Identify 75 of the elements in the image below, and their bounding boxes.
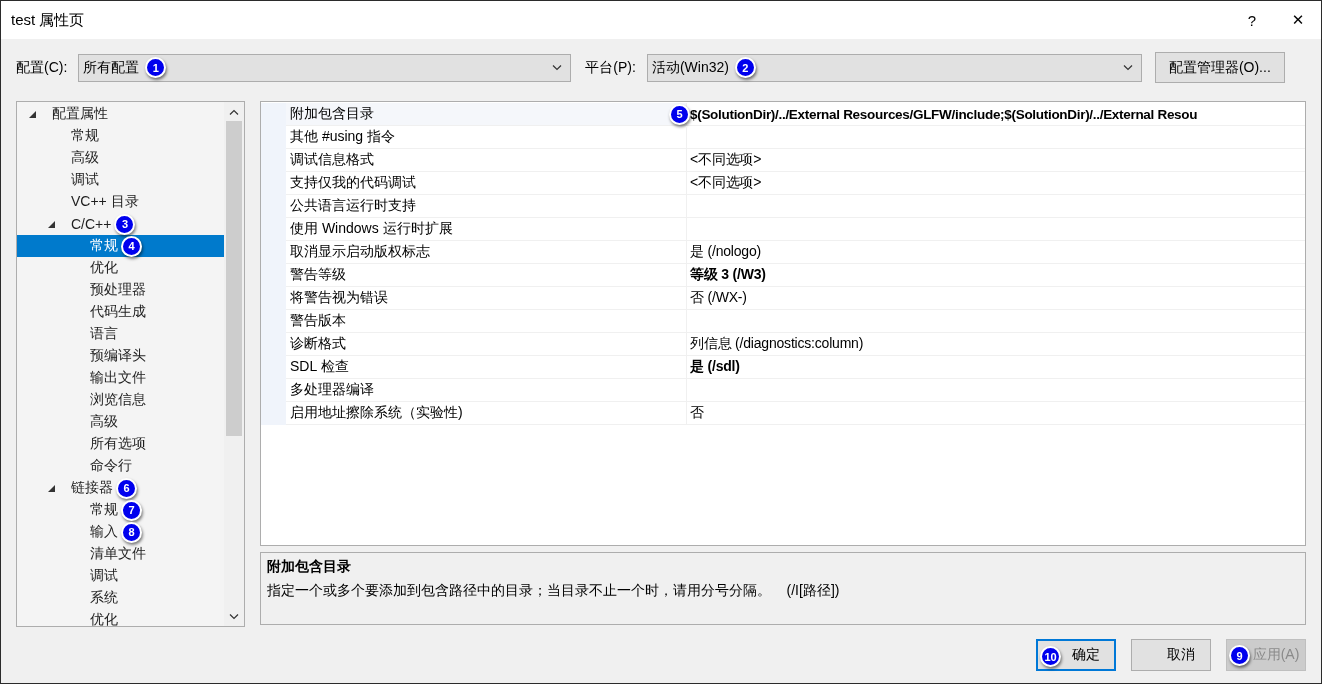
property-value: <不同选项> bbox=[690, 151, 762, 169]
tree-item[interactable]: 优化 bbox=[17, 609, 224, 626]
description-text: 指定一个或多个要添加到包含路径中的目录；当目录不止一个时，请用分号分隔。 (/I[路径]) bbox=[267, 582, 841, 600]
property-name[interactable]: 启用地址擦除系统（实验性) bbox=[286, 402, 687, 424]
property-name[interactable]: 使用 Windows 运行时扩展 bbox=[286, 218, 687, 240]
tree-item[interactable]: 常规 4 bbox=[17, 235, 224, 257]
callout-badge: 9 bbox=[1229, 645, 1250, 666]
expand-icon[interactable] bbox=[48, 220, 55, 228]
tree-item[interactable]: 清单文件 bbox=[17, 543, 224, 565]
tree-item[interactable]: 语言 bbox=[17, 323, 224, 345]
property-name[interactable]: SDL 检查 bbox=[286, 356, 687, 378]
scrollbar-thumb[interactable] bbox=[226, 121, 242, 436]
tree-item[interactable]: VC++ 目录 bbox=[17, 191, 224, 213]
property-name[interactable]: 警告版本 bbox=[286, 310, 687, 332]
tree-item[interactable]: 优化 bbox=[17, 257, 224, 279]
property-name[interactable]: 取消显示启动版权标志 bbox=[286, 241, 687, 263]
property-value: 是 (/sdl) bbox=[690, 358, 740, 376]
tree-item[interactable]: 代码生成 bbox=[17, 301, 224, 323]
field-label: 配置(C): bbox=[16, 58, 68, 77]
property-name[interactable]: 公共语言运行时支持 bbox=[286, 195, 687, 217]
dialog-button[interactable]: 取消 bbox=[1131, 639, 1211, 671]
dropdown[interactable]: 活动(Win32) 2 bbox=[646, 53, 1142, 82]
expand-icon[interactable] bbox=[29, 110, 36, 118]
tree-item[interactable]: 输入 8 bbox=[17, 521, 224, 543]
tree-item[interactable]: 预处理器 bbox=[17, 279, 224, 301]
property-value: $(SolutionDir)/../External Resources/GLFW/include;$(SolutionDir)/../External Resou bbox=[690, 106, 1198, 122]
chevron-down-icon bbox=[552, 64, 563, 71]
tree-item[interactable]: 高级 bbox=[17, 411, 224, 433]
ok-button[interactable]: 10 确定 bbox=[1036, 639, 1116, 671]
callout-badge: 2 bbox=[734, 57, 756, 78]
property-name[interactable]: 支持仅我的代码调试 bbox=[286, 172, 687, 194]
property-name[interactable]: 将警告视为错误 bbox=[286, 287, 687, 309]
tree-item[interactable]: 预编译头 bbox=[17, 345, 224, 367]
tree-item[interactable]: 配置属性 bbox=[17, 103, 224, 125]
chevron-up-icon bbox=[229, 108, 239, 115]
property-value: 是 (/nologo) bbox=[690, 243, 761, 261]
dropdown-value: 所有配置 bbox=[83, 58, 140, 77]
property-value: 等级 3 (/W3) bbox=[690, 266, 766, 284]
tree-item[interactable]: 链接器 6 bbox=[17, 477, 224, 499]
property-name[interactable]: 警告等级 bbox=[286, 264, 687, 286]
field-label: 平台(P): bbox=[585, 58, 636, 77]
property-value: 否 (/WX-) bbox=[690, 289, 747, 307]
config-manager-button[interactable]: 配置管理器(O)... bbox=[1154, 52, 1285, 83]
scrollbar[interactable] bbox=[224, 102, 244, 626]
dropdown[interactable]: 所有配置 1 bbox=[78, 53, 572, 82]
tree-item[interactable]: 所有选项 bbox=[17, 433, 224, 455]
tree-item[interactable]: 调试 bbox=[17, 565, 224, 587]
callout-badge: 3 bbox=[114, 213, 136, 235]
callout-badge: 10 bbox=[1040, 646, 1061, 667]
property-value: 列信息 (/diagnostics:column) bbox=[690, 335, 864, 353]
callout-badge: 4 bbox=[121, 235, 142, 257]
expand-icon[interactable] bbox=[48, 484, 55, 492]
callout-badge: 6 bbox=[116, 477, 137, 499]
property-name[interactable]: 多处理器编译 bbox=[286, 379, 687, 401]
property-value: <不同选项> bbox=[690, 174, 762, 192]
window-title: test 属性页 bbox=[10, 10, 85, 30]
callout-badge: 7 bbox=[121, 499, 142, 521]
tree-item[interactable]: 调试 bbox=[17, 169, 224, 191]
chevron-down-icon bbox=[229, 613, 239, 620]
property-name[interactable]: 调试信息格式 bbox=[286, 149, 687, 171]
tree-item[interactable]: 命令行 bbox=[17, 455, 224, 477]
property-name[interactable]: 诊断格式 bbox=[286, 333, 687, 355]
callout-badge: 8 bbox=[121, 521, 142, 543]
callout-badge: 1 bbox=[145, 57, 167, 78]
tree-item[interactable]: 系统 bbox=[17, 587, 224, 609]
tree-item[interactable]: 常规 7 bbox=[17, 499, 224, 521]
tree-item[interactable]: 输出文件 bbox=[17, 367, 224, 389]
dropdown-value: 活动(Win32) bbox=[651, 58, 729, 77]
description-title: 附加包含目录 bbox=[267, 558, 352, 576]
property-value: 否 bbox=[690, 404, 704, 422]
chevron-down-icon bbox=[1122, 64, 1133, 71]
tree-item[interactable]: 高级 bbox=[17, 147, 224, 169]
tree-item[interactable]: 浏览信息 bbox=[17, 389, 224, 411]
tree-item[interactable]: 常规 bbox=[17, 125, 224, 147]
property-name[interactable]: 其他 #using 指令 bbox=[286, 126, 687, 148]
